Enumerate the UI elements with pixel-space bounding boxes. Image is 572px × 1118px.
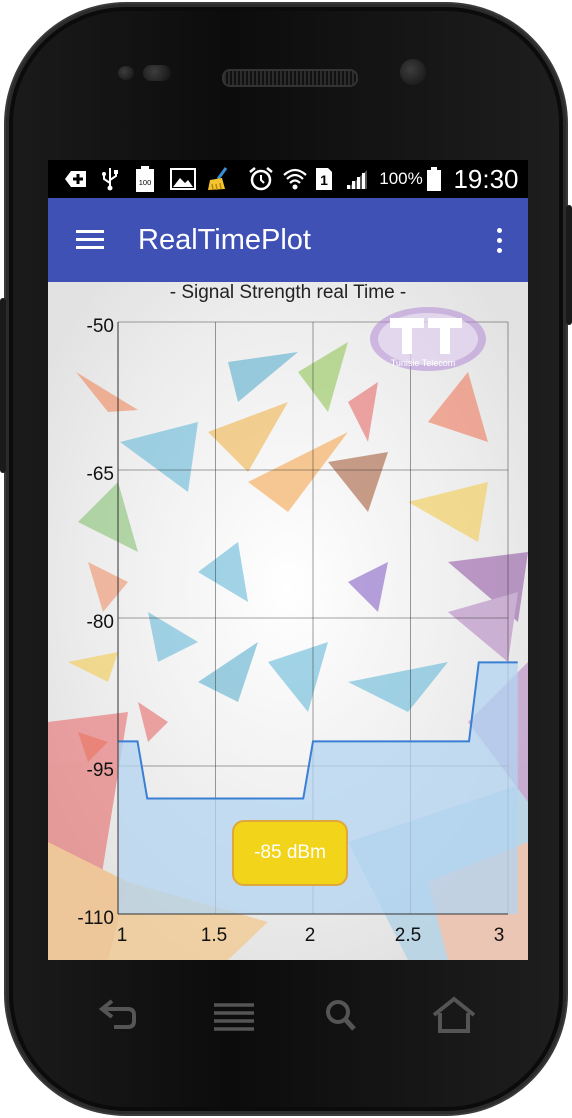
search-icon[interactable] [314, 995, 370, 1035]
image-icon [170, 167, 196, 191]
x-tick-label: 2 [304, 925, 316, 946]
usb-icon [100, 167, 120, 191]
x-tick-label: 3 [493, 925, 505, 946]
tunisie-telecom-logo: Tunisie Telecom [368, 304, 488, 374]
sim-slot-label: 1 [320, 172, 328, 188]
screen: 100 1 100% 19:30 RealTimePlot - Signal S… [48, 160, 528, 960]
wifi-icon [282, 167, 308, 191]
x-tick-label: 2.5 [394, 925, 422, 946]
earpiece-speaker [222, 69, 358, 87]
hardware-nav-bar [48, 975, 528, 1055]
light-sensor [143, 65, 171, 81]
logo-text: Tunisie Telecom [391, 358, 456, 368]
x-tick-label: 1 [116, 925, 128, 946]
y-tick-label: -80 [86, 612, 114, 633]
alarm-icon [248, 167, 274, 191]
back-icon[interactable] [90, 995, 146, 1035]
hamburger-menu-icon[interactable] [76, 230, 104, 250]
plot-area-container: - Signal Strength real Time - -50 -65 -8… [48, 282, 528, 960]
more-vert-icon[interactable] [494, 228, 504, 254]
x-tick-label: 1.5 [200, 925, 228, 946]
menu-icon[interactable] [206, 995, 262, 1035]
y-tick-label: -95 [86, 760, 114, 781]
current-value-label: -85 dBm [254, 842, 326, 863]
app-bar: RealTimePlot [48, 198, 528, 282]
y-tick-label: -65 [86, 464, 114, 485]
y-tick-label: -50 [86, 316, 114, 337]
battery-percent: 100% [379, 169, 423, 188]
front-camera [400, 59, 426, 85]
signal-icon [344, 167, 370, 191]
battery-100-icon: 100 [134, 166, 156, 192]
sim-1-icon: 1 [314, 167, 334, 191]
cleaner-icon [206, 167, 232, 191]
current-value-badge: -85 dBm [232, 820, 348, 886]
add-notification-icon [64, 167, 88, 191]
power-button [566, 205, 572, 325]
battery-small-label: 100 [139, 178, 152, 187]
proximity-sensor [118, 66, 134, 80]
app-title: RealTimePlot [138, 224, 311, 256]
clock: 19:30 [453, 163, 519, 194]
battery-icon [425, 167, 443, 191]
home-icon[interactable] [426, 995, 482, 1035]
status-bar: 100 1 100% 19:30 [48, 160, 528, 198]
volume-button [0, 298, 6, 473]
